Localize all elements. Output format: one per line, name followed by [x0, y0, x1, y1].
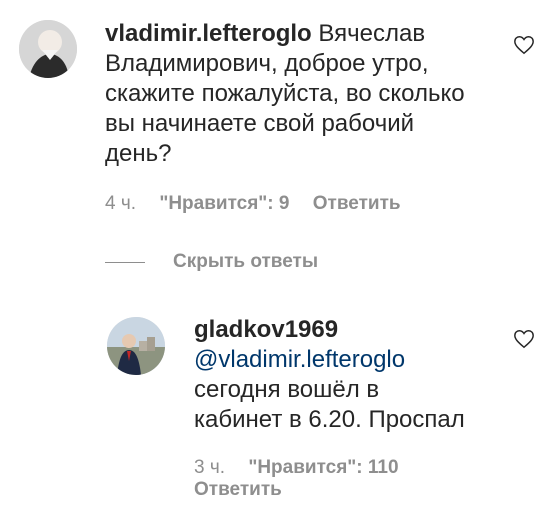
- reply-body: gladkov1969 @vladimir.lefteroglo сегодня…: [194, 315, 504, 435]
- comment: vladimir.lefteroglo Вячеслав Владимирови…: [0, 0, 546, 240]
- comment-text-line: вы начинаете свой рабочий: [105, 110, 415, 137]
- reply-meta: 3 ч. "Нравится": 110: [194, 457, 417, 479]
- avatar[interactable]: [107, 317, 165, 375]
- reply-comment: gladkov1969 @vladimir.lefteroglo сегодня…: [0, 300, 546, 512]
- comment-body: vladimir.lefteroglo Вячеслав Владимирови…: [105, 19, 500, 169]
- reply-username[interactable]: gladkov1969: [194, 316, 338, 343]
- comment-text-line: скажите пожалуйста, во сколько: [105, 80, 465, 107]
- reply-button[interactable]: Ответить: [194, 479, 282, 500]
- hide-replies-button[interactable]: Скрыть ответы: [105, 249, 318, 275]
- heart-outline-icon[interactable]: [513, 328, 535, 350]
- reply-mention[interactable]: @vladimir.lefteroglo: [194, 346, 405, 373]
- comment-text-line: Владимирович, доброе утро,: [105, 50, 429, 77]
- comment-username[interactable]: vladimir.lefteroglo: [105, 20, 312, 47]
- heart-outline-icon[interactable]: [513, 34, 535, 56]
- reply-meta-row2: Ответить: [194, 479, 300, 501]
- reply-button[interactable]: Ответить: [313, 193, 401, 214]
- reply-time: 3 ч.: [194, 457, 226, 478]
- comment-meta: 4 ч. "Нравится": 9 Ответить: [105, 193, 419, 215]
- reply-likes[interactable]: "Нравится": 110: [248, 457, 398, 478]
- reply-text-line: сегодня вошёл в: [194, 376, 380, 403]
- comment-time: 4 ч.: [105, 193, 137, 214]
- comment-likes[interactable]: "Нравится": 9: [159, 193, 289, 214]
- comment-text-line: день?: [105, 140, 172, 167]
- reply-text-line: кабинет в 6.20. Проспал: [194, 406, 465, 433]
- divider-line: [105, 261, 145, 263]
- avatar[interactable]: [19, 20, 77, 78]
- comment-text-first: Вячеслав: [318, 20, 426, 47]
- hide-replies-label: Скрыть ответы: [173, 251, 319, 272]
